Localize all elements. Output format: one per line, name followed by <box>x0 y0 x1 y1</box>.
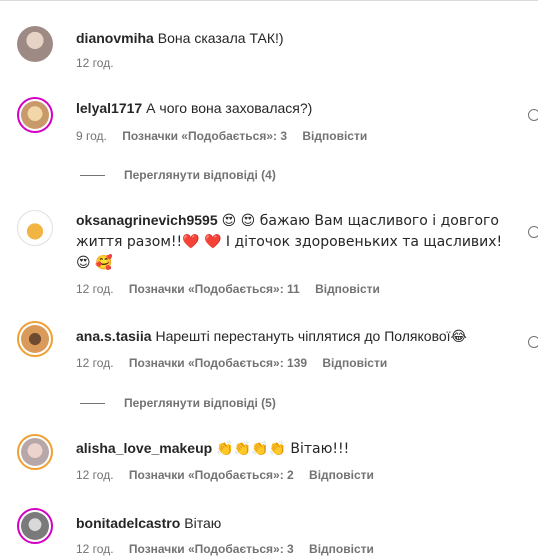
reply-button[interactable]: Відповісти <box>302 129 367 143</box>
comment-text: 👏👏👏👏 Вітаю!!! <box>216 441 350 457</box>
comment-time[interactable]: 12 год. <box>76 356 114 370</box>
comment-text: Вона сказала ТАК!) <box>157 30 284 46</box>
comment-text: Нарешті перестануть чіплятися до Поляков… <box>155 328 467 344</box>
view-replies-label[interactable]: Переглянути відповіді (4) <box>124 168 276 182</box>
comment-meta: 12 год. Позначки «Подобається»: 3 Відпов… <box>76 542 386 556</box>
comment-meta: 9 год. Позначки «Подобається»: 3 Відпові… <box>76 129 379 143</box>
reply-button[interactable]: Відповісти <box>309 468 374 482</box>
view-replies-button[interactable]: Переглянути відповіді (4) <box>80 168 276 182</box>
avatar[interactable] <box>17 97 53 133</box>
comment-time[interactable]: 12 год. <box>76 56 114 70</box>
likes-count[interactable]: Позначки «Подобається»: 11 <box>129 282 300 296</box>
comment-text: Вітаю <box>184 515 222 531</box>
reply-button[interactable]: Відповісти <box>315 282 380 296</box>
avatar[interactable] <box>17 26 53 62</box>
comment-body: lelyal1717 А чого вона заховалася?) <box>76 98 510 118</box>
comment-time[interactable]: 12 год. <box>76 282 114 296</box>
replies-divider <box>80 403 105 405</box>
likes-count[interactable]: Позначки «Подобається»: 139 <box>129 356 307 370</box>
comment-meta: 12 год. Позначки «Подобається»: 11 Відпо… <box>76 282 392 296</box>
comment-time[interactable]: 12 год. <box>76 542 114 556</box>
comment-meta: 12 год. <box>76 56 126 70</box>
comment-body: alisha_love_makeup 👏👏👏👏 Вітаю!!! <box>76 438 510 459</box>
view-replies-button[interactable]: Переглянути відповіді (5) <box>80 396 276 410</box>
like-heart-icon[interactable] <box>528 226 538 238</box>
comment-username[interactable]: dianovmiha <box>76 30 154 46</box>
comment-body: ana.s.tasiia Нарешті перестануть чіплятис… <box>76 326 510 346</box>
view-replies-label[interactable]: Переглянути відповіді (5) <box>124 396 276 410</box>
comment-body: oksanagrinevich9595 😍 😍 бажаю Вам щасливо… <box>76 210 510 273</box>
like-heart-icon[interactable] <box>528 109 538 121</box>
comment-body: dianovmiha Вона сказала ТАК!) <box>76 28 510 48</box>
comment-text: А чого вона заховалася?) <box>146 100 313 116</box>
comment-username[interactable]: lelyal1717 <box>76 100 142 116</box>
comment-time[interactable]: 12 год. <box>76 468 114 482</box>
likes-count[interactable]: Позначки «Подобається»: 3 <box>122 129 287 143</box>
comment-body: bonitadelcastro Вітаю <box>76 513 510 533</box>
reply-button[interactable]: Відповісти <box>309 542 374 556</box>
comment-username[interactable]: ana.s.tasiia <box>76 328 152 344</box>
avatar[interactable] <box>17 321 53 357</box>
comment-username[interactable]: bonitadelcastro <box>76 515 180 531</box>
top-divider <box>0 0 538 1</box>
avatar[interactable] <box>17 434 53 470</box>
replies-divider <box>80 175 105 177</box>
avatar[interactable] <box>17 508 53 544</box>
comment-meta: 12 год. Позначки «Подобається»: 139 Відп… <box>76 356 399 370</box>
like-heart-icon[interactable] <box>528 336 538 348</box>
likes-count[interactable]: Позначки «Подобається»: 2 <box>129 468 294 482</box>
reply-button[interactable]: Відповісти <box>322 356 387 370</box>
comment-username[interactable]: alisha_love_makeup <box>76 440 212 456</box>
comment-time[interactable]: 9 год. <box>76 129 107 143</box>
comment-meta: 12 год. Позначки «Подобається»: 2 Відпов… <box>76 468 386 482</box>
comment-username[interactable]: oksanagrinevich9595 <box>76 212 218 228</box>
avatar[interactable] <box>17 210 53 246</box>
likes-count[interactable]: Позначки «Подобається»: 3 <box>129 542 294 556</box>
